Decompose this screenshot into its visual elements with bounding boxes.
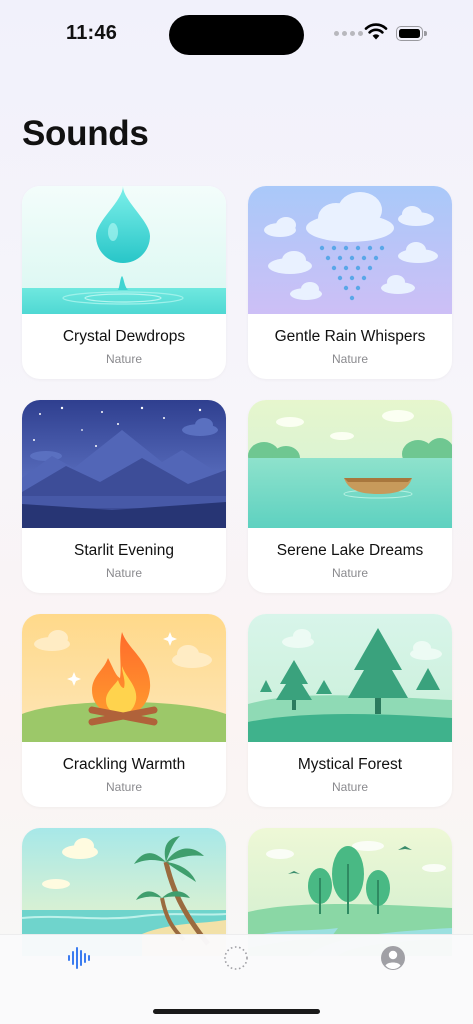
- campfire-illustration: [22, 614, 226, 742]
- person-circle-icon: [381, 946, 405, 970]
- card-subtitle: Nature: [331, 780, 369, 794]
- status-bar: 11:46: [0, 0, 473, 60]
- card-title: Gentle Rain Whispers: [274, 328, 426, 345]
- sound-card-mystical-forest[interactable]: Mystical Forest Nature: [248, 614, 452, 807]
- page-title: Sounds: [22, 114, 149, 153]
- card-subtitle: Nature: [105, 352, 143, 366]
- dynamic-island: [169, 15, 304, 55]
- home-indicator: [153, 1009, 320, 1014]
- night-mountains-illustration: [22, 400, 226, 528]
- card-title: Starlit Evening: [74, 542, 174, 559]
- status-time: 11:46: [66, 22, 118, 44]
- card-title: Crackling Warmth: [62, 756, 186, 773]
- tab-sounds[interactable]: [64, 943, 94, 973]
- rain-cloud-illustration: [248, 186, 452, 314]
- card-title: Serene Lake Dreams: [276, 542, 424, 559]
- lake-boat-illustration: [248, 400, 452, 528]
- tab-timer[interactable]: [221, 943, 251, 973]
- card-title: Mystical Forest: [297, 756, 403, 773]
- cellular-signal-icon: [334, 31, 363, 36]
- circle-dotted-icon: [224, 946, 248, 970]
- water-drop-illustration: [22, 186, 226, 314]
- sound-card-starlit-evening[interactable]: Starlit Evening Nature: [22, 400, 226, 593]
- sound-card-crystal-dewdrops[interactable]: Crystal Dewdrops Nature: [22, 186, 226, 379]
- wifi-icon: [364, 23, 388, 40]
- forest-illustration: [248, 614, 452, 742]
- battery-icon: [396, 26, 427, 41]
- tab-profile[interactable]: [378, 943, 408, 973]
- card-subtitle: Nature: [331, 566, 369, 580]
- sound-card-serene-lake-dreams[interactable]: Serene Lake Dreams Nature: [248, 400, 452, 593]
- sound-card-gentle-rain-whispers[interactable]: Gentle Rain Whispers Nature: [248, 186, 452, 379]
- card-subtitle: Nature: [105, 780, 143, 794]
- waveform-icon: [68, 947, 90, 969]
- card-subtitle: Nature: [331, 352, 369, 366]
- card-title: Crystal Dewdrops: [62, 328, 186, 345]
- sound-card-crackling-warmth[interactable]: Crackling Warmth Nature: [22, 614, 226, 807]
- card-subtitle: Nature: [105, 566, 143, 580]
